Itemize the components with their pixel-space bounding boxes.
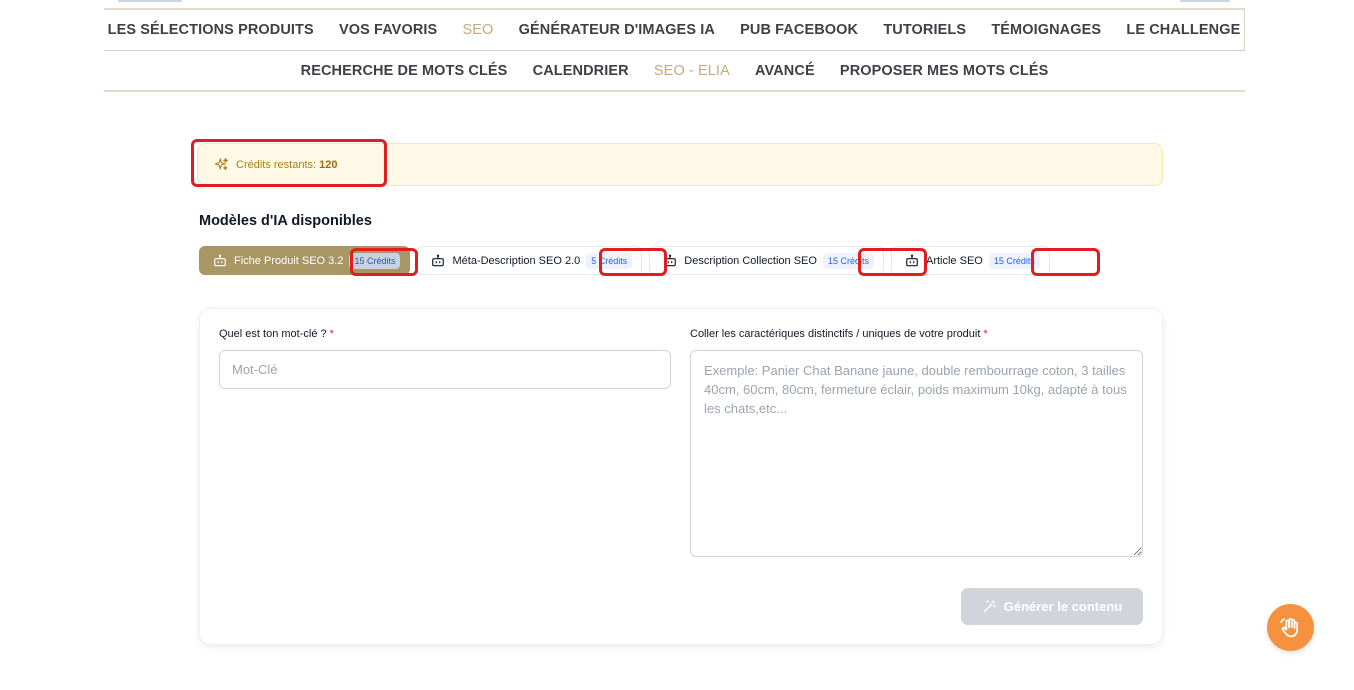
credits-banner: Crédits restants: 120	[197, 143, 1163, 186]
subnav-item-avance[interactable]: AVANCÉ	[755, 63, 815, 79]
credit-badge: 15 Crédits	[349, 252, 401, 269]
credit-badge: 15 Crédits	[988, 252, 1040, 269]
credit-badge: 15 Crédits	[822, 252, 874, 269]
nav-item-le-challenge[interactable]: LE CHALLENGE	[1126, 22, 1240, 38]
keyword-label-text: Quel est ton mot-clé ?	[219, 328, 327, 340]
help-chat-button[interactable]	[1267, 604, 1314, 651]
nav-item-pub-facebook[interactable]: PUB FACEBOOK	[740, 22, 858, 38]
features-label-text: Coller les caractériques distinctifs / u…	[690, 328, 981, 340]
keyword-input[interactable]	[219, 350, 671, 389]
tab-label: Fiche Produit SEO 3.2	[234, 254, 344, 267]
subnav-item-proposer-mots-cles[interactable]: PROPOSER MES MOTS CLÉS	[840, 63, 1048, 79]
subnav-item-recherche-mots-cles[interactable]: RECHERCHE DE MOTS CLÉS	[301, 63, 508, 79]
tab-article-seo[interactable]: Article SEO 15 Crédits	[890, 246, 1050, 275]
models-title: Modèles d'IA disponibles	[199, 213, 372, 229]
nav-item-seo[interactable]: SEO	[463, 22, 494, 38]
robot-icon	[432, 254, 445, 266]
top-edge-decoration	[118, 0, 182, 2]
tab-label: Description Collection SEO	[684, 254, 817, 267]
tab-meta-description-seo[interactable]: Méta-Description SEO 2.0 5 Crédits	[417, 246, 643, 275]
robot-icon	[906, 254, 918, 266]
magic-wand-icon	[983, 600, 996, 613]
credits-label: Crédits restants:	[236, 158, 317, 171]
sub-nav: RECHERCHE DE MOTS CLÉS CALENDRIER SEO - …	[104, 51, 1245, 92]
tab-label: Méta-Description SEO 2.0	[452, 254, 581, 267]
tab-fiche-produit-seo[interactable]: Fiche Produit SEO 3.2 15 Crédits	[199, 246, 411, 275]
robot-icon	[214, 254, 226, 266]
required-mark: *	[983, 328, 988, 340]
generate-label: Générer le contenu	[1003, 599, 1123, 614]
nav-item-generateur-images[interactable]: GÉNÉRATEUR D'IMAGES IA	[519, 22, 715, 38]
subnav-item-seo-elia[interactable]: SEO - ELIA	[654, 63, 730, 79]
tab-description-collection-seo[interactable]: Description Collection SEO 15 Crédits	[649, 246, 884, 275]
features-label: Coller les caractériques distinctifs / u…	[690, 328, 988, 340]
credit-badge: 5 Crédits	[586, 252, 633, 269]
tab-label: Article SEO	[925, 254, 983, 267]
required-mark: *	[329, 328, 334, 340]
robot-icon	[664, 254, 677, 266]
main-nav: LES SÉLECTIONS PRODUITS VOS FAVORIS SEO …	[104, 8, 1245, 51]
subnav-item-calendrier[interactable]: CALENDRIER	[533, 63, 629, 79]
credits-remaining: Crédits restants: 120	[236, 159, 338, 171]
nav-item-selections-produits[interactable]: LES SÉLECTIONS PRODUITS	[108, 22, 314, 38]
nav-item-vos-favoris[interactable]: VOS FAVORIS	[339, 22, 437, 38]
generate-content-button[interactable]: Générer le contenu	[961, 588, 1143, 625]
keyword-label: Quel est ton mot-clé ? *	[219, 328, 334, 340]
nav-item-tutoriels[interactable]: TUTORIELS	[883, 22, 966, 38]
features-textarea[interactable]	[690, 350, 1143, 557]
top-edge-decoration	[1180, 0, 1230, 2]
nav-item-temoignages[interactable]: TÉMOIGNAGES	[991, 22, 1101, 38]
model-tabs: Fiche Produit SEO 3.2 15 Crédits Méta-De…	[199, 246, 1050, 275]
waving-hand-icon	[1280, 618, 1299, 638]
sparkles-icon	[214, 158, 228, 171]
credits-value: 120	[319, 158, 338, 171]
